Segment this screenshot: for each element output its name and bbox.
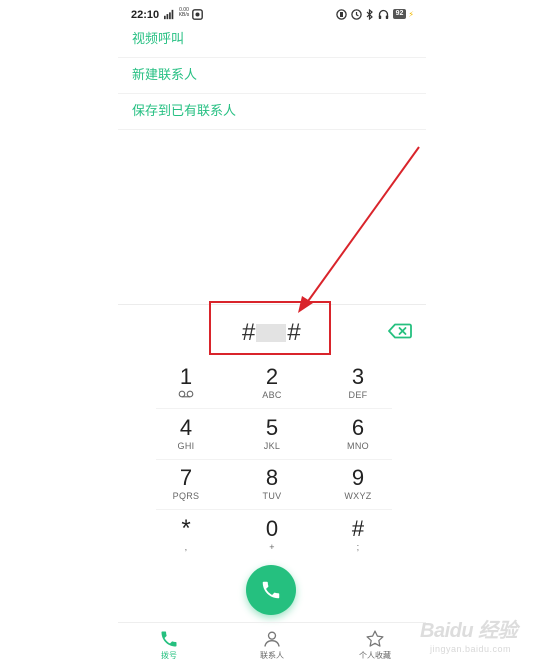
watermark-logo-text: Baidu 经验 — [420, 620, 518, 642]
watermark: Baidu 经验 jingyan.baidu.com — [420, 604, 544, 664]
annotation-arrow-icon — [298, 146, 420, 313]
watermark-url: jingyan.baidu.com — [430, 644, 512, 654]
